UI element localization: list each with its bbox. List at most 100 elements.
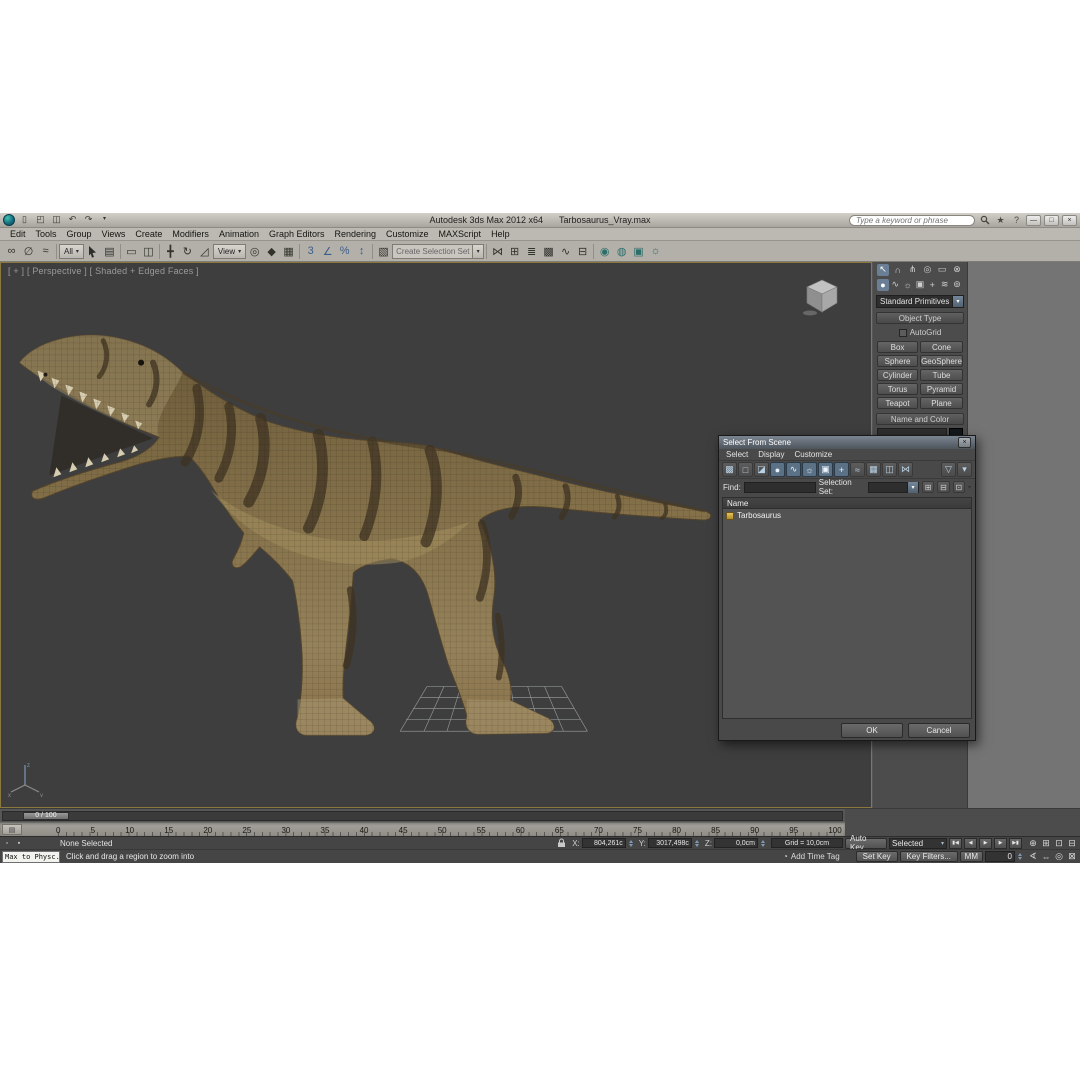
menu-group[interactable]: Group (62, 229, 97, 239)
list-item[interactable]: Tarbosaurus (723, 510, 971, 521)
tab-motion-icon[interactable]: ◎ (921, 264, 933, 276)
quick-access-dropdown-icon[interactable]: ▾ (98, 214, 111, 226)
select-and-manipulate-icon[interactable]: ◆ (263, 243, 280, 260)
category-spacewarps-icon[interactable]: ≋ (939, 279, 951, 291)
zoom-region-icon[interactable]: ⊟ (1066, 838, 1078, 849)
minimize-button[interactable]: — (1026, 214, 1041, 226)
menu-create[interactable]: Create (130, 229, 167, 239)
viewport-label[interactable]: [ + ] [ Perspective ] [ Shaded + Edged F… (8, 266, 199, 276)
maximize-viewport-icon[interactable]: ⊠ (1066, 851, 1078, 862)
field-of-view-icon[interactable]: ∢ (1027, 851, 1039, 862)
help-icon[interactable]: ? (1010, 214, 1023, 226)
rectangular-selection-region-icon[interactable]: ▭ (123, 243, 140, 260)
display-shapes-icon[interactable]: ∿ (786, 462, 801, 477)
menu-maxscript[interactable]: MAXScript (434, 229, 487, 239)
tab-modify-icon[interactable]: ∩ (892, 264, 904, 276)
maxscript-mini-listener[interactable]: Max to Physc. (2, 850, 60, 863)
restore-button[interactable]: □ (1044, 214, 1059, 226)
geosphere-button[interactable]: GeoSphere (920, 355, 963, 367)
cone-button[interactable]: Cone (920, 341, 963, 353)
named-selection-set-combo[interactable]: Create Selection Set ▾ (392, 243, 485, 259)
selection-filter-dropdown[interactable]: All ▾ (59, 243, 84, 259)
display-cameras-icon[interactable]: ▣ (818, 462, 833, 477)
x-coordinate-field[interactable]: 804,261c (581, 838, 626, 848)
box-button[interactable]: Box (877, 341, 919, 353)
reference-coordinate-system-dropdown[interactable]: View ▾ (212, 243, 247, 259)
display-xrefs-icon[interactable]: ◫ (882, 462, 897, 477)
save-file-icon[interactable]: ◫ (50, 214, 63, 226)
z-spinner[interactable] (761, 839, 765, 847)
subtract-from-set-icon[interactable]: ⊟ (937, 481, 950, 493)
viewcube[interactable] (799, 275, 845, 317)
menu-graph-editors[interactable]: Graph Editors (264, 229, 330, 239)
object-type-rollout[interactable]: Object Type (876, 312, 964, 324)
select-invert-icon[interactable]: ◪ (754, 462, 769, 477)
select-and-rotate-icon[interactable]: ↻ (179, 243, 196, 260)
mirror-icon[interactable]: ⋈ (489, 243, 506, 260)
time-slider-thumb[interactable]: 0 / 100 (23, 811, 69, 820)
spinner-snap-toggle-icon[interactable]: ↕ (353, 243, 370, 260)
tab-utilities-icon[interactable]: ⊗ (951, 264, 963, 276)
close-button[interactable]: × (1062, 214, 1077, 226)
menu-edit[interactable]: Edit (5, 229, 31, 239)
track-bar[interactable]: ▤ 0 5 10 15 20 25 30 35 40 45 50 55 60 65 70 75 80 85 90 95… (0, 822, 845, 836)
key-filters-button[interactable]: Key Filters... (899, 851, 958, 862)
angle-snap-toggle-icon[interactable]: ∠ (319, 243, 336, 260)
frame-spinner[interactable] (1018, 853, 1022, 860)
menu-rendering[interactable]: Rendering (330, 229, 382, 239)
infocenter-search-input[interactable] (849, 214, 975, 226)
layer-manager-icon[interactable]: ≣ (523, 243, 540, 260)
category-helpers-icon[interactable]: + (926, 279, 938, 291)
geometry-category-dropdown[interactable]: Standard Primitives ▾ (876, 295, 964, 308)
select-and-move-icon[interactable]: ╋ (162, 243, 179, 260)
plane-button[interactable]: Plane (920, 397, 963, 409)
bind-to-space-warp-icon[interactable]: ≈ (37, 243, 54, 260)
dialog-titlebar[interactable]: Select From Scene × (719, 436, 975, 449)
name-column-header[interactable]: Name (722, 497, 972, 509)
menu-tools[interactable]: Tools (31, 229, 62, 239)
filter-funnel-icon[interactable]: ▽ (941, 462, 956, 477)
dialog-menu-customize[interactable]: Customize (789, 450, 837, 459)
selection-set-dropdown[interactable]: ▾ (868, 481, 919, 493)
time-slider-track[interactable]: 0 / 100 (2, 810, 843, 821)
schematic-view-icon[interactable]: ⊟ (574, 243, 591, 260)
menu-help[interactable]: Help (486, 229, 515, 239)
new-scene-icon[interactable]: ▯ (18, 214, 31, 226)
3dsmax-application-button[interactable] (3, 214, 15, 226)
render-setup-icon[interactable]: ◍ (613, 243, 630, 260)
find-input[interactable] (743, 481, 816, 493)
graphite-modeling-tools-icon[interactable]: ▩ (540, 243, 557, 260)
category-shapes-icon[interactable]: ∿ (889, 279, 901, 291)
add-time-tag[interactable]: ◔ Add Time Tag (783, 852, 840, 861)
cylinder-button[interactable]: Cylinder (877, 369, 919, 381)
window-crossing-toggle-icon[interactable]: ◫ (140, 243, 157, 260)
y-spinner[interactable] (694, 839, 699, 847)
unlink-selection-icon[interactable]: ∅ (20, 243, 37, 260)
key-mode-toggle-button[interactable]: MM (959, 851, 983, 862)
play-button[interactable]: ▶ (979, 837, 992, 849)
tab-hierarchy-icon[interactable]: ⋔ (907, 264, 919, 276)
tube-button[interactable]: Tube (920, 369, 963, 381)
display-bones-icon[interactable]: ⋈ (898, 462, 913, 477)
orbit-icon[interactable]: ◎ (1053, 851, 1065, 862)
dialog-menu-display[interactable]: Display (753, 450, 789, 459)
category-systems-icon[interactable]: ⊚ (951, 279, 963, 291)
tab-display-icon[interactable]: ▭ (936, 264, 948, 276)
auto-key-button[interactable]: Auto Key (845, 834, 887, 852)
search-icon[interactable] (978, 214, 991, 226)
torus-button[interactable]: Torus (877, 383, 919, 395)
render-production-icon[interactable]: ☼ (647, 243, 664, 260)
display-groups-icon[interactable]: ▦ (866, 462, 881, 477)
select-by-name-icon[interactable]: ▤ (101, 243, 118, 260)
redo-icon[interactable]: ↷ (82, 214, 95, 226)
curve-editor-icon[interactable]: ∿ (557, 243, 574, 260)
dialog-close-icon[interactable]: × (958, 437, 971, 448)
status-panel-icon-2[interactable]: ▪ (14, 838, 24, 848)
ok-button[interactable]: OK (841, 722, 903, 738)
use-pivot-point-center-icon[interactable]: ◎ (246, 243, 263, 260)
name-and-color-rollout[interactable]: Name and Color (876, 413, 964, 425)
category-lights-icon[interactable]: ☼ (902, 279, 914, 291)
category-geometry-icon[interactable]: ● (877, 278, 889, 291)
sphere-button[interactable]: Sphere (877, 355, 919, 367)
cancel-button[interactable]: Cancel (908, 722, 970, 738)
